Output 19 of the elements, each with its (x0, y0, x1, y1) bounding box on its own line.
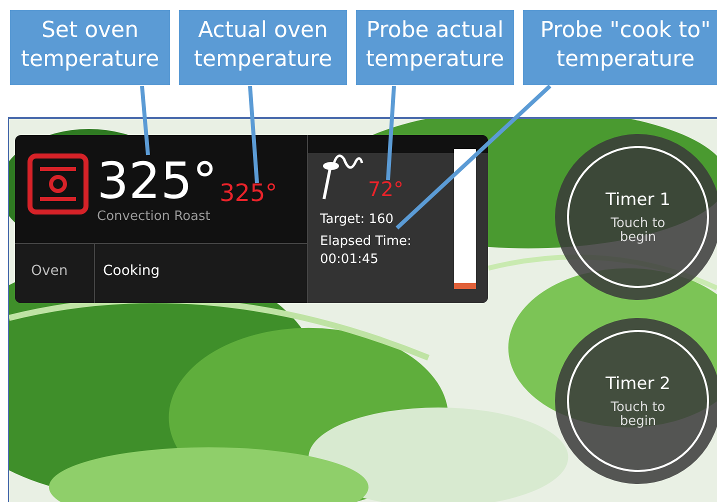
oven-label: Oven (31, 263, 68, 279)
leader-line (140, 86, 150, 156)
probe-target: Target: 160 (320, 211, 395, 229)
timer-hint: Touch to begin (610, 217, 666, 245)
probe-temperature: 72° (368, 177, 404, 201)
callout-label: Probe actual temperature (356, 10, 514, 85)
timer-title: Timer 1 (606, 189, 670, 211)
set-temperature: 325° (97, 153, 218, 209)
oven-status: Cooking (103, 263, 160, 279)
cooking-mode: Convection Roast (97, 209, 212, 225)
callout-label: Probe "cook to" temperature (523, 10, 717, 85)
timer-title: Timer 2 (606, 373, 670, 395)
elapsed-time: 00:01:45 (320, 251, 380, 269)
timer-hint: Touch to begin (610, 401, 666, 429)
callout-label: Set oven temperature (10, 10, 170, 85)
oven-icon (27, 153, 89, 215)
callout-label: Actual oven temperature (179, 10, 347, 85)
elapsed-label: Elapsed Time: (320, 233, 412, 251)
actual-temperature: 325° (219, 179, 278, 207)
